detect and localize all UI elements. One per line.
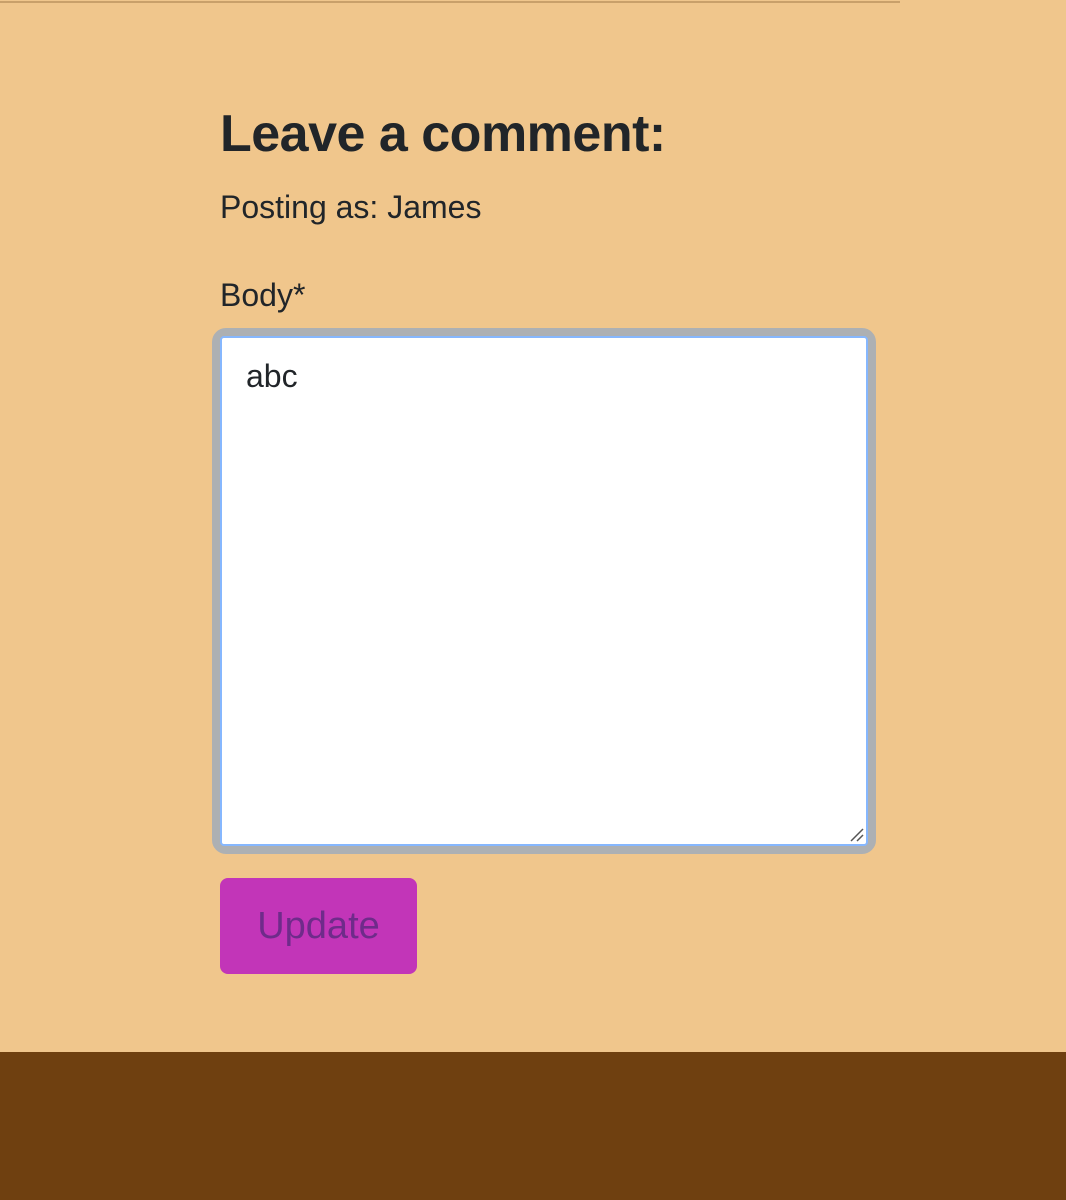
update-button[interactable]: Update xyxy=(220,878,417,974)
posting-as-text: Posting as: James xyxy=(220,189,482,225)
body-label: Body* xyxy=(220,277,306,313)
page-footer xyxy=(0,1052,1066,1200)
comment-heading: Leave a comment: xyxy=(220,105,666,163)
comment-form: Body* Update xyxy=(212,276,876,974)
comment-section: Leave a comment: Posting as: James Body*… xyxy=(212,100,876,974)
comment-body-textarea[interactable] xyxy=(220,336,868,846)
resize-grip-icon[interactable] xyxy=(848,826,864,842)
top-divider xyxy=(0,0,900,3)
body-field-focus-ring xyxy=(212,328,876,854)
